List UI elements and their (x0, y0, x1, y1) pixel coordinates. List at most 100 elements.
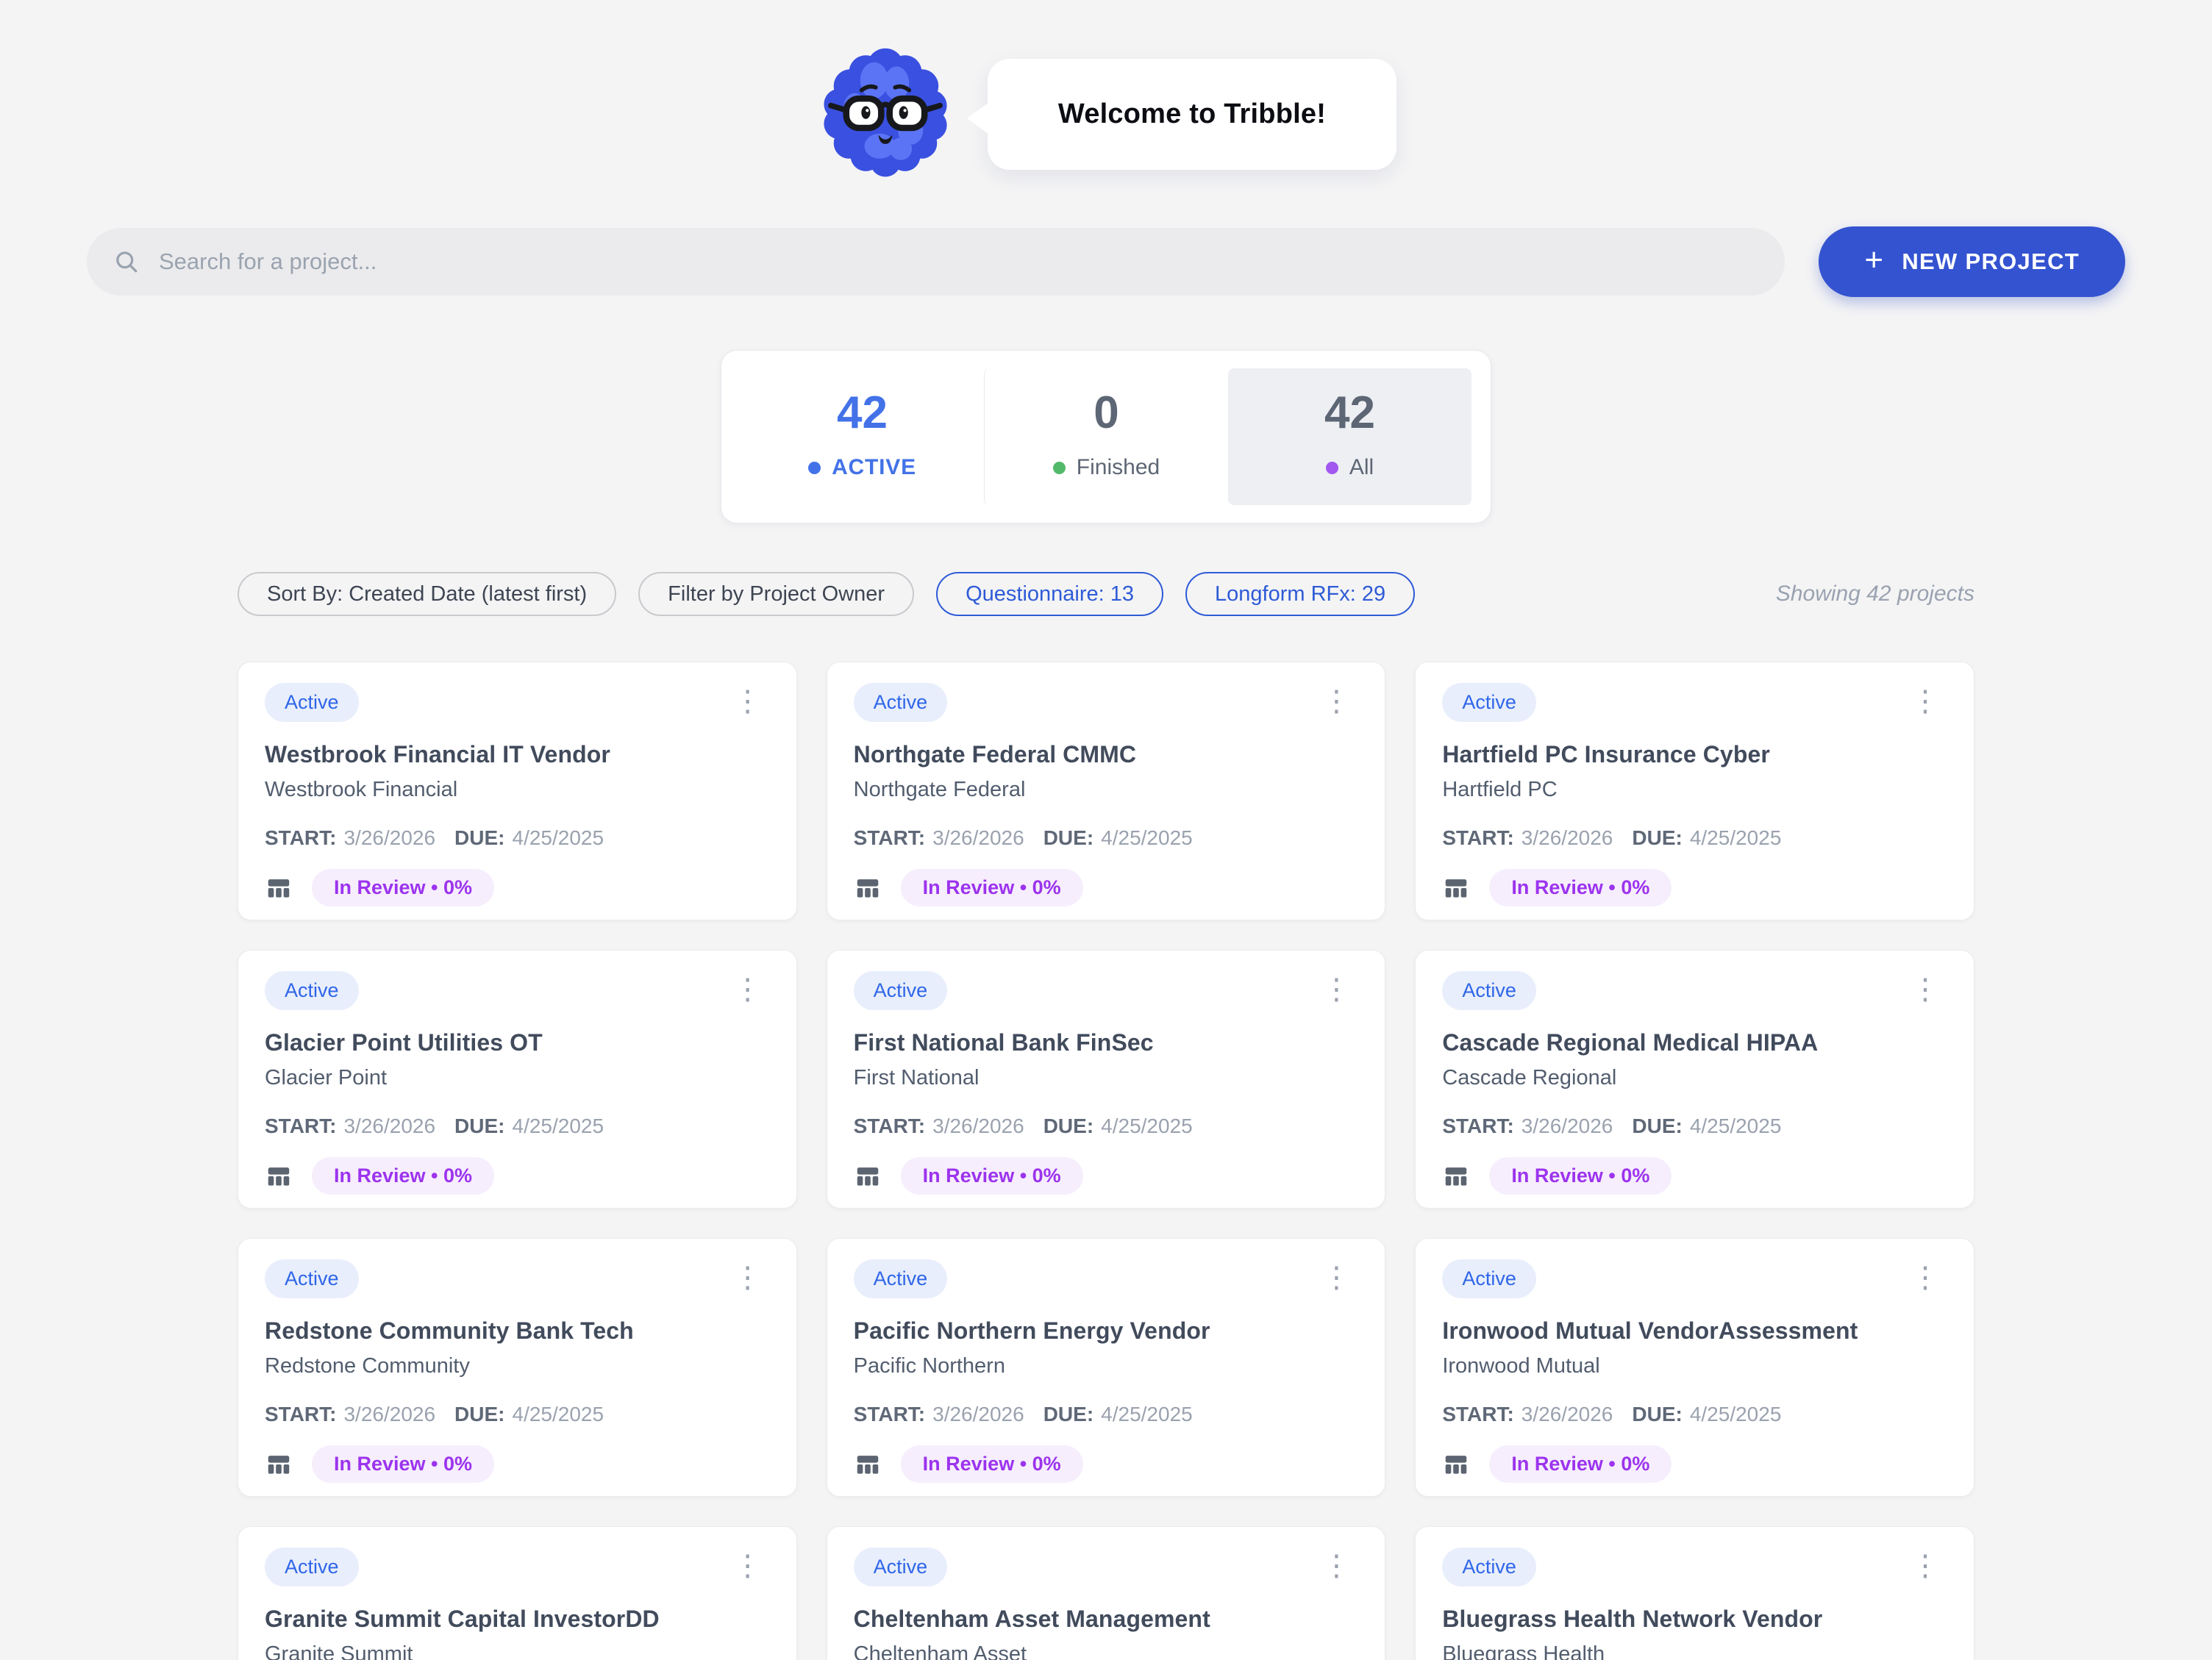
project-title: Ironwood Mutual VendorAssessment (1442, 1317, 1947, 1345)
due-label: DUE: (1043, 1115, 1093, 1138)
project-owner: Cheltenham Asset (854, 1642, 1359, 1660)
search-input[interactable] (159, 248, 1758, 275)
table-icon (1442, 874, 1470, 902)
project-card[interactable]: Active Glacier Point Utilities OT Glacie… (238, 950, 797, 1209)
project-search[interactable] (87, 228, 1785, 296)
filter-row: Sort By: Created Date (latest first) Fil… (238, 572, 1974, 616)
project-owner: Redstone Community (265, 1354, 770, 1378)
progress-badge: In Review • 0% (901, 1445, 1083, 1483)
active-dot-icon (808, 462, 821, 474)
stat-finished[interactable]: 0 Finished (984, 368, 1228, 505)
status-badge: Active (265, 1259, 359, 1298)
project-title: Cascade Regional Medical HIPAA (1442, 1029, 1947, 1056)
due-date: 4/25/2025 (1101, 1115, 1193, 1138)
start-date: 3/26/2026 (932, 1403, 1024, 1426)
start-label: START: (854, 1115, 925, 1138)
card-menu-button[interactable] (726, 684, 770, 718)
card-menu-button[interactable] (1903, 973, 1947, 1006)
project-title: First National Bank FinSec (854, 1029, 1359, 1056)
active-label: ACTIVE (832, 455, 916, 480)
card-menu-button[interactable] (726, 973, 770, 1006)
project-owner: Westbrook Financial (265, 778, 770, 802)
kebab-menu-icon (1321, 689, 1351, 714)
start-date: 3/26/2026 (1521, 826, 1613, 850)
kebab-menu-icon (1910, 977, 1940, 1002)
card-menu-button[interactable] (1314, 1261, 1358, 1295)
tribble-mascot (816, 44, 955, 184)
card-menu-button[interactable] (726, 1261, 770, 1295)
table-icon (265, 874, 293, 902)
progress-badge: In Review • 0% (312, 1157, 494, 1195)
card-menu-button[interactable] (1314, 684, 1358, 718)
project-dates: START: 3/26/2026 DUE: 4/25/2025 (854, 826, 1359, 850)
status-badge: Active (1442, 1548, 1536, 1586)
table-icon (265, 1450, 293, 1478)
table-icon (1442, 1162, 1470, 1190)
status-badge: Active (1442, 1259, 1536, 1298)
status-badge: Active (265, 683, 359, 722)
kebab-menu-icon (733, 1265, 763, 1290)
due-date: 4/25/2025 (513, 826, 604, 850)
kebab-menu-icon (733, 689, 763, 714)
active-count: 42 (741, 390, 984, 436)
project-dates: START: 3/26/2026 DUE: 4/25/2025 (265, 1403, 770, 1426)
card-menu-button[interactable] (1903, 1549, 1947, 1583)
longform-rfx-chip[interactable]: Longform RFx: 29 (1185, 572, 1415, 616)
due-label: DUE: (1043, 1403, 1093, 1426)
start-date: 3/26/2026 (1521, 1403, 1613, 1426)
start-label: START: (265, 1403, 336, 1426)
project-title: Redstone Community Bank Tech (265, 1317, 770, 1345)
project-title: Cheltenham Asset Management (854, 1606, 1359, 1633)
kebab-menu-icon (1910, 1265, 1940, 1290)
project-card[interactable]: Active Redstone Community Bank Tech Reds… (238, 1238, 797, 1497)
project-cards-grid: Active Westbrook Financial IT Vendor Wes… (238, 662, 1974, 1660)
project-status-row: In Review • 0% (265, 869, 770, 906)
card-menu-button[interactable] (1903, 684, 1947, 718)
search-icon (113, 248, 140, 275)
card-menu-button[interactable] (1314, 973, 1358, 1006)
questionnaire-chip[interactable]: Questionnaire: 13 (936, 572, 1163, 616)
all-dot-icon (1326, 462, 1338, 474)
project-card[interactable]: Active First National Bank FinSec First … (827, 950, 1386, 1209)
project-card[interactable]: Active Pacific Northern Energy Vendor Pa… (827, 1238, 1386, 1497)
project-card[interactable]: Active Cheltenham Asset Management Chelt… (827, 1526, 1386, 1660)
new-project-button[interactable]: + NEW PROJECT (1819, 226, 2125, 297)
project-dates: START: 3/26/2026 DUE: 4/25/2025 (854, 1115, 1359, 1138)
card-menu-button[interactable] (1314, 1549, 1358, 1583)
table-icon (854, 1450, 882, 1478)
due-label: DUE: (1043, 826, 1093, 850)
project-dates: START: 3/26/2026 DUE: 4/25/2025 (265, 826, 770, 850)
progress-badge: In Review • 0% (901, 1157, 1083, 1195)
project-card[interactable]: Active Bluegrass Health Network Vendor B… (1415, 1526, 1974, 1660)
sort-by-chip[interactable]: Sort By: Created Date (latest first) (238, 572, 616, 616)
project-owner: Cascade Regional (1442, 1066, 1947, 1090)
progress-badge: In Review • 0% (1489, 1157, 1672, 1195)
project-card[interactable]: Active Westbrook Financial IT Vendor Wes… (238, 662, 797, 920)
start-label: START: (1442, 1115, 1513, 1138)
showing-count-text: Showing 42 projects (1776, 582, 1974, 607)
due-label: DUE: (1632, 826, 1682, 850)
project-status-row: In Review • 0% (854, 1157, 1359, 1195)
project-card[interactable]: Active Granite Summit Capital InvestorDD… (238, 1526, 797, 1660)
project-status-row: In Review • 0% (1442, 1157, 1947, 1195)
project-title: Glacier Point Utilities OT (265, 1029, 770, 1056)
project-card[interactable]: Active Ironwood Mutual VendorAssessment … (1415, 1238, 1974, 1497)
card-menu-button[interactable] (1903, 1261, 1947, 1295)
stat-all[interactable]: 42 All (1228, 368, 1471, 505)
project-card[interactable]: Active Northgate Federal CMMC Northgate … (827, 662, 1386, 920)
new-project-label: NEW PROJECT (1902, 248, 2080, 275)
project-title: Westbrook Financial IT Vendor (265, 741, 770, 768)
stat-active[interactable]: 42 ACTIVE (741, 368, 984, 505)
project-card[interactable]: Active Hartfield PC Insurance Cyber Hart… (1415, 662, 1974, 920)
card-menu-button[interactable] (726, 1549, 770, 1583)
project-owner: Glacier Point (265, 1066, 770, 1090)
projects-dashboard: Welcome to Tribble! + NEW PROJECT 42 ACT… (0, 0, 2212, 1660)
status-badge: Active (1442, 683, 1536, 722)
project-status-row: In Review • 0% (265, 1445, 770, 1483)
due-date: 4/25/2025 (513, 1115, 604, 1138)
status-badge: Active (265, 1548, 359, 1586)
project-card[interactable]: Active Cascade Regional Medical HIPAA Ca… (1415, 950, 1974, 1209)
start-date: 3/26/2026 (932, 826, 1024, 850)
status-badge: Active (854, 971, 948, 1010)
filter-owner-chip[interactable]: Filter by Project Owner (638, 572, 914, 616)
